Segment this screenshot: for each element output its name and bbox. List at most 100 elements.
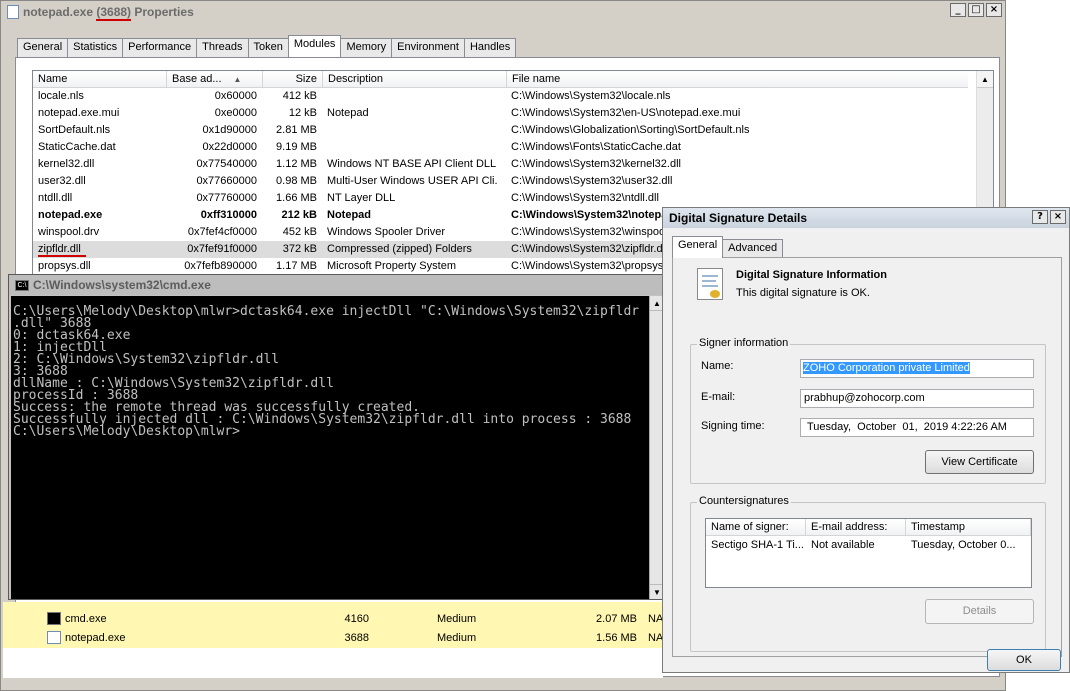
module-size: 452 kB xyxy=(282,226,317,238)
module-base: 0x77660000 xyxy=(196,175,257,187)
email-field[interactable]: prabhup@zohocorp.com xyxy=(800,389,1034,408)
module-base: 0x1d90000 xyxy=(202,124,257,136)
module-description: Windows Spooler Driver xyxy=(327,226,445,238)
process-extra: NA xyxy=(648,632,662,644)
signature-dialog: Digital Signature Details ? × General Ad… xyxy=(662,207,1070,673)
module-filename: C:\Windows\System32\kernel32.dll xyxy=(511,158,681,170)
module-row[interactable]: StaticCache.dat 0x22d0000 9.19 MB C:\Window… xyxy=(33,139,968,156)
help-button[interactable]: ? xyxy=(1032,210,1048,224)
process-mem: 2.07 MB xyxy=(596,613,637,625)
view-certificate-button[interactable]: View Certificate xyxy=(925,450,1034,474)
module-description: Microsoft Property System xyxy=(327,260,456,272)
module-size: 1.17 MB xyxy=(276,260,317,272)
process-priority: Medium xyxy=(437,632,477,644)
tab-general[interactable]: General xyxy=(17,38,69,57)
window-title-prefix: notepad.exe xyxy=(23,5,97,19)
module-row[interactable]: kernel32.dll 0x77540000 1.12 MB Windows NT … xyxy=(33,156,968,173)
cmd-console[interactable]: C:\Users\Melody\Desktop\mlwr>dctask64.ex… xyxy=(11,296,649,599)
column-header-name[interactable]: Name xyxy=(33,71,167,88)
module-name: propsys.dll xyxy=(38,260,91,272)
module-row[interactable]: user32.dll 0x77660000 0.98 MB Multi-User Wi… xyxy=(33,173,968,190)
module-description: Compressed (zipped) Folders xyxy=(327,243,472,255)
cmd-title: C:\Windows\system32\cmd.exe xyxy=(33,278,211,292)
signing-time-label: Signing time: xyxy=(701,420,765,432)
module-description: Multi-User Windows USER API Cli... xyxy=(327,175,497,187)
maximize-button[interactable]: □ xyxy=(968,3,984,17)
dialog-close-button[interactable]: × xyxy=(1050,210,1066,224)
module-name: locale.nls xyxy=(38,90,84,102)
counter-col-signer[interactable]: Name of signer: xyxy=(706,519,806,536)
tab-sig-general[interactable]: General xyxy=(672,236,724,258)
counter-signer: Sectigo SHA-1 Ti... xyxy=(711,539,803,551)
cmd-process-icon xyxy=(47,612,61,625)
column-header-filename[interactable]: File name xyxy=(507,71,968,88)
module-filename: C:\Windows\Globalization\Sorting\SortDef… xyxy=(511,124,750,136)
module-filename: C:\Windows\System32\ntdll.dll xyxy=(511,192,659,204)
tab-sig-advanced[interactable]: Advanced xyxy=(722,239,784,258)
cmd-icon: C:\ xyxy=(15,279,29,291)
signer-info-group: Signer information Name: ZOHO Corporatio… xyxy=(690,337,1046,484)
process-row-partial xyxy=(3,602,663,610)
tab-statistics[interactable]: Statistics xyxy=(67,38,124,57)
process-mem: 1.56 MB xyxy=(596,632,637,644)
console-output: C:\Users\Melody\Desktop\mlwr>dctask64.ex… xyxy=(11,296,649,438)
signature-tabs: General Advanced xyxy=(672,236,784,258)
counter-col-timestamp[interactable]: Timestamp xyxy=(906,519,1031,536)
name-value: ZOHO Corporation private Limited xyxy=(803,362,970,374)
module-base: 0x7fef91f0000 xyxy=(187,243,257,255)
process-row[interactable]: cmd.exe 4160 Medium 2.07 MB NA xyxy=(3,610,663,629)
minimize-button[interactable]: _ xyxy=(950,3,966,17)
tab-memory[interactable]: Memory xyxy=(340,38,393,57)
modules-header: Name Base ad... ▲ Size Description File n… xyxy=(33,71,968,88)
module-base: 0xff310000 xyxy=(200,209,257,221)
counter-row[interactable]: Sectigo SHA-1 Ti... Not available Tuesda… xyxy=(706,537,1031,554)
module-row[interactable]: ntdll.dll 0x77760000 1.66 MB NT Layer DLL C:… xyxy=(33,190,968,207)
properties-titlebar[interactable]: notepad.exe (3688) Properties _ □ × xyxy=(1,1,1005,23)
module-row[interactable]: notepad.exe.mui 0xe0000 12 kB Notepad C:\Win… xyxy=(33,105,968,122)
module-name: zipfldr.dll xyxy=(38,243,86,257)
module-size: 1.66 MB xyxy=(276,192,317,204)
module-name: ntdll.dll xyxy=(38,192,73,204)
scroll-up-button[interactable]: ▲ xyxy=(977,71,993,88)
module-base: 0x77760000 xyxy=(196,192,257,204)
name-field[interactable]: ZOHO Corporation private Limited xyxy=(800,359,1034,378)
signing-time-field[interactable]: Tuesday, October 01, 2019 4:22:26 AM xyxy=(800,418,1034,437)
column-header-size[interactable]: Size xyxy=(263,71,323,88)
signature-titlebar[interactable]: Digital Signature Details ? × xyxy=(663,208,1069,228)
window-title-pid: (3688) xyxy=(96,5,132,21)
module-size: 1.12 MB xyxy=(276,158,317,170)
module-size: 372 kB xyxy=(282,243,317,255)
signature-panel: Digital Signature Information This digit… xyxy=(672,257,1062,657)
module-row[interactable]: SortDefault.nls 0x1d90000 2.81 MB C:\Window… xyxy=(33,122,968,139)
column-header-description[interactable]: Description xyxy=(323,71,507,88)
module-base: 0xe0000 xyxy=(214,107,257,119)
module-description: Windows NT BASE API Client DLL xyxy=(327,158,497,170)
countersignatures-group: Countersignatures Name of signer: E-mail… xyxy=(690,495,1046,652)
counter-email: Not available xyxy=(811,539,875,551)
signer-info-label: Signer information xyxy=(697,337,791,349)
module-filename: C:\Windows\System32\user32.dll xyxy=(511,175,673,187)
info-text: This digital signature is OK. xyxy=(736,287,870,299)
tab-modules[interactable]: Modules xyxy=(287,35,342,57)
details-button[interactable]: Details xyxy=(925,599,1034,624)
module-description: NT Layer DLL xyxy=(327,192,396,204)
process-name: cmd.exe xyxy=(65,613,107,625)
process-row[interactable]: notepad.exe 3688 Medium 1.56 MB NA xyxy=(3,629,663,648)
countersignatures-label: Countersignatures xyxy=(697,495,791,507)
tab-token[interactable]: Token xyxy=(247,38,289,57)
tab-environment[interactable]: Environment xyxy=(391,38,465,57)
tab-performance[interactable]: Performance xyxy=(122,38,198,57)
counter-col-email[interactable]: E-mail address: xyxy=(806,519,906,536)
tab-handles[interactable]: Handles xyxy=(463,38,517,57)
cmd-titlebar[interactable]: C:\ C:\Windows\system32\cmd.exe xyxy=(9,275,664,295)
module-filename: C:\Windows\Fonts\StaticCache.dat xyxy=(511,141,681,153)
close-button[interactable]: × xyxy=(986,3,1002,17)
module-row[interactable]: locale.nls 0x60000 412 kB C:\Windows\System… xyxy=(33,88,968,105)
console-line: C:\Users\Melody\Desktop\mlwr> xyxy=(13,424,240,439)
ok-button[interactable]: OK xyxy=(987,649,1061,671)
console-line: C:\Users\Melody\Desktop\mlwr>dctask64.ex… xyxy=(13,304,640,319)
tab-threads[interactable]: Threads xyxy=(196,38,249,57)
column-header-base[interactable]: Base ad... ▲ xyxy=(167,71,263,88)
certificate-icon xyxy=(697,268,723,300)
module-size: 212 kB xyxy=(281,209,317,221)
